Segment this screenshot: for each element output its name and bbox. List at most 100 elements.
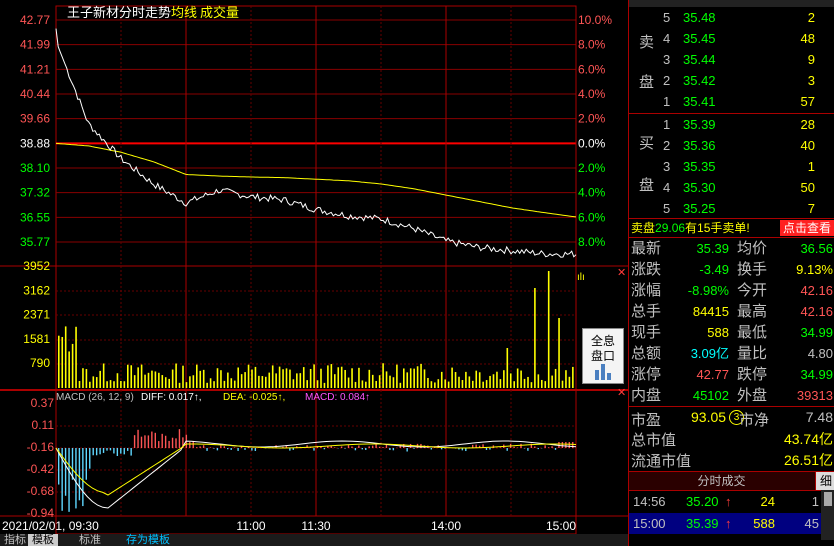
order-row[interactable]: 3 35.44 9 [629, 49, 834, 70]
tick-row[interactable]: 15:00 35.39 ↑ 588 45 [629, 513, 821, 534]
volume-bar [68, 351, 70, 388]
detail-button[interactable]: 细 [815, 472, 834, 490]
order-row[interactable]: 2 35.36 40 [629, 135, 834, 156]
tab-save-template[interactable]: 存为模板 [122, 534, 174, 546]
order-level: 3 [663, 159, 671, 174]
stat-value: 588 [707, 325, 729, 340]
volume-bar [85, 369, 88, 388]
macd-bar [527, 448, 529, 451]
volume-bar [454, 372, 457, 388]
order-volume: 9 [807, 52, 815, 67]
stat-label: 最低 [737, 324, 768, 341]
order-row[interactable]: 3 35.35 1 [629, 156, 834, 177]
macd-tick: 0.37 [31, 396, 55, 410]
macd-bar [323, 448, 326, 450]
macd-bar [344, 448, 346, 449]
volume-bar [178, 382, 181, 388]
order-row[interactable]: 5 35.48 2 [629, 7, 834, 28]
volume-bar [151, 370, 153, 388]
macd-bar [489, 448, 491, 450]
stat-label: 总手 [631, 303, 662, 320]
macd-bar [161, 433, 163, 448]
volume-bar [216, 368, 219, 388]
volume-bar [347, 377, 350, 388]
macd-bar [389, 448, 391, 451]
buy-orders: 买 盘 1 35.39 28 2 35.36 40 3 35.35 1 4 35.30 50 5 35.2… [629, 114, 834, 219]
volume-bar [196, 364, 198, 388]
volume-bar [123, 381, 126, 388]
volume-bar [240, 374, 243, 388]
time-tick: 11:00 [236, 519, 265, 533]
order-row[interactable]: 1 35.39 28 [629, 114, 834, 135]
volume-bar [140, 364, 143, 388]
volume-bar [254, 366, 257, 388]
macd-bar [220, 445, 222, 448]
order-row[interactable]: 4 35.45 48 [629, 28, 834, 49]
volume-bar [127, 364, 129, 388]
volume-bar [440, 371, 443, 388]
volume-bar [541, 379, 543, 388]
macd-bar [82, 448, 84, 507]
stat-label: 换手 [737, 261, 768, 278]
macd-bar [127, 448, 129, 451]
tick-row[interactable]: 14:56 35.20 ↑ 24 1 [629, 491, 821, 512]
order-price: 35.45 [683, 31, 716, 46]
legend-average[interactable]: 均线 [171, 5, 197, 20]
close-icon[interactable]: ✕ [617, 386, 626, 399]
volume-bar [116, 373, 119, 388]
volume-bar [437, 379, 440, 388]
volume-bar [237, 367, 239, 388]
stat-label: 涨停 [631, 366, 662, 383]
tick-list: 14:56 35.20 ↑ 24 1 15:00 35.39 ↑ 588 45 [629, 490, 834, 536]
volume-bar [444, 379, 446, 388]
volume-bar [430, 381, 433, 388]
price-tick: 37.32 [20, 186, 50, 200]
volume-bar [137, 367, 139, 388]
view-button[interactable]: 点击查看 [780, 220, 834, 236]
stat-label: 最高 [737, 303, 768, 320]
tab-template[interactable]: 模板 [28, 534, 58, 546]
macd-params: MACD (26, 12, 9) [56, 392, 134, 403]
stat-value: 4.80 [807, 346, 833, 361]
macd-bar [85, 448, 87, 480]
tab-standard[interactable]: 标准 [75, 534, 105, 546]
volume-bar [144, 374, 146, 388]
price-tick: 41.21 [20, 62, 50, 76]
macd-axis: 0.37 0.11 -0.16 -0.42 -0.68 -0.94 [27, 396, 55, 520]
percent-tick: 4.0% [578, 87, 606, 101]
full-orderbook-button[interactable]: 全息 盘口 [582, 328, 624, 384]
sell-notice: 卖盘29.06有15手卖单! [631, 221, 750, 235]
order-row[interactable]: 2 35.42 3 [629, 70, 834, 91]
macd-tick: -0.16 [27, 440, 55, 454]
up-arrow-icon: ↑ [725, 494, 732, 509]
volume-bar [382, 363, 384, 388]
macd-bar [154, 432, 156, 448]
order-price: 35.48 [683, 10, 716, 25]
volume-bar [278, 366, 281, 388]
volume-bar [396, 364, 398, 388]
macd-bar [99, 448, 101, 455]
legend-volume[interactable]: 成交量 [200, 5, 239, 20]
tick-volume: 588 [753, 516, 775, 531]
volume-bar [337, 367, 340, 388]
order-row[interactable]: 5 35.25 7 [629, 198, 834, 219]
order-volume: 40 [800, 138, 815, 153]
order-row[interactable]: 1 35.41 57 [629, 91, 834, 112]
price-tick: 42.77 [20, 13, 50, 27]
pb-label: 市净 [739, 412, 770, 429]
order-row[interactable]: 4 35.30 50 [629, 177, 834, 198]
close-icon[interactable]: ✕ [617, 266, 626, 279]
volume-bar [496, 371, 498, 388]
tick-scrollbar[interactable] [821, 490, 834, 540]
intraday-chart[interactable]: 42.77 41.99 41.21 40.44 39.66 38.88 38.10 37.32… [0, 0, 628, 534]
volume-bar [378, 375, 381, 388]
tab-indicator[interactable]: 指标 [0, 534, 30, 546]
volume-bar [244, 372, 246, 388]
volume-bar [558, 318, 560, 388]
volume-bar [58, 335, 60, 388]
macd-bar [237, 448, 239, 451]
volume-bar [565, 370, 567, 388]
volume-bar [537, 374, 540, 388]
order-volume: 48 [800, 31, 815, 46]
volume-bar [323, 382, 326, 388]
